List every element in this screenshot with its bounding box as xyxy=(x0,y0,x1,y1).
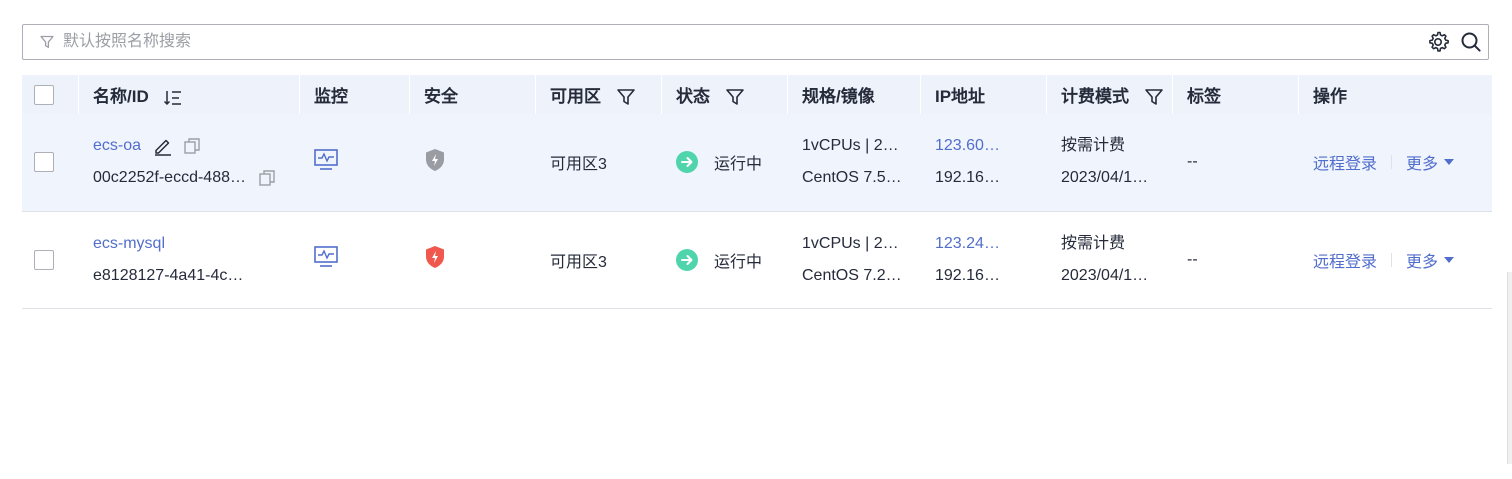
billing-date: 2023/04/1… xyxy=(1061,266,1149,284)
col-billing-label: 计费模式 xyxy=(1061,86,1129,106)
arrow-circle-icon xyxy=(676,248,698,271)
col-tags: 标签 xyxy=(1172,75,1298,114)
billing-date: 2023/04/1… xyxy=(1061,169,1149,187)
copy-icon[interactable] xyxy=(258,169,276,187)
search-icon[interactable] xyxy=(1460,31,1482,53)
row-checkbox[interactable] xyxy=(34,152,54,173)
remote-login-link[interactable]: 远程登录 xyxy=(1313,150,1377,174)
row-checkbox[interactable] xyxy=(34,249,54,270)
select-all-checkbox[interactable] xyxy=(34,84,54,105)
private-ip-text: 192.16… xyxy=(935,169,1000,187)
status-text: 运行中 xyxy=(714,156,763,174)
tags-cell: -- xyxy=(1187,153,1198,171)
scrollbar[interactable] xyxy=(1507,272,1512,464)
public-ip-link[interactable]: 123.60… xyxy=(935,134,1046,158)
gear-icon[interactable] xyxy=(1426,30,1450,54)
col-security-label: 安全 xyxy=(424,87,458,106)
col-ip: IP地址 xyxy=(920,75,1046,114)
zone-cell: 可用区3 xyxy=(550,156,607,174)
table-row[interactable]: ecs-mysql e8128127-4a41-4c… 可用区3 运行中 1vC… xyxy=(22,211,1492,308)
divider xyxy=(1391,252,1393,267)
more-label: 更多 xyxy=(1406,156,1439,174)
col-monitor: 监控 xyxy=(299,75,409,114)
monitor-icon[interactable] xyxy=(314,148,338,171)
col-spec-label: 规格/镜像 xyxy=(802,87,875,106)
server-name-link[interactable]: ecs-oa xyxy=(93,134,141,158)
server-id: 00c2252f-eccd-488… xyxy=(93,169,246,187)
arrow-circle-icon xyxy=(676,151,698,174)
image-text: CentOS 7.2… xyxy=(802,266,902,284)
more-dropdown[interactable]: 更多 xyxy=(1406,248,1455,272)
zone-cell: 可用区3 xyxy=(550,253,607,271)
col-tags-label: 标签 xyxy=(1187,87,1221,106)
public-ip-link[interactable]: 123.24… xyxy=(935,232,1046,256)
copy-icon[interactable] xyxy=(183,137,201,155)
spec-text: 1vCPUs | 2… xyxy=(802,137,899,155)
col-status-label: 状态 xyxy=(676,86,710,106)
divider xyxy=(1391,155,1393,170)
col-security: 安全 xyxy=(409,75,535,114)
status-text: 运行中 xyxy=(714,253,763,271)
col-actions: 操作 xyxy=(1298,75,1492,114)
server-name-link[interactable]: ecs-mysql xyxy=(93,232,299,256)
col-status[interactable]: 状态 xyxy=(661,75,787,114)
tags-cell: -- xyxy=(1187,250,1198,268)
shield-icon[interactable] xyxy=(424,245,446,269)
col-billing[interactable]: 计费模式 xyxy=(1046,75,1172,114)
table-header: 名称/ID 监控 安全 可用区 状态 规格/镜像 IP地址 计费模式 标签 操作 xyxy=(22,75,1492,114)
table-row[interactable]: ecs-oa 00c2252f-eccd-488… 可用区3 运行中 1vCPU… xyxy=(22,114,1492,211)
more-label: 更多 xyxy=(1406,253,1439,271)
remote-login-link[interactable]: 远程登录 xyxy=(1313,248,1377,272)
col-ip-label: IP地址 xyxy=(935,87,986,106)
search-bar[interactable] xyxy=(22,24,1489,60)
server-id: e8128127-4a41-4c… xyxy=(93,266,244,284)
server-table: 名称/ID 监控 安全 可用区 状态 规格/镜像 IP地址 计费模式 标签 操作… xyxy=(22,75,1492,309)
more-dropdown[interactable]: 更多 xyxy=(1406,150,1455,174)
image-text: CentOS 7.5… xyxy=(802,169,902,187)
filter-icon xyxy=(40,35,54,48)
filter-icon[interactable] xyxy=(616,87,636,107)
col-zone[interactable]: 可用区 xyxy=(535,75,661,114)
shield-icon[interactable] xyxy=(424,148,446,172)
sort-icon[interactable] xyxy=(163,89,183,107)
filter-icon[interactable] xyxy=(1144,87,1164,107)
private-ip-text: 192.16… xyxy=(935,266,1000,284)
search-input[interactable] xyxy=(61,32,1426,52)
monitor-icon[interactable] xyxy=(314,246,338,268)
col-monitor-label: 监控 xyxy=(314,87,348,106)
spec-text: 1vCPUs | 2… xyxy=(802,234,899,252)
col-spec: 规格/镜像 xyxy=(787,75,920,114)
caret-down-icon xyxy=(1444,159,1455,166)
billing-mode: 按需计费 xyxy=(1061,137,1126,155)
billing-mode: 按需计费 xyxy=(1061,234,1126,252)
col-name[interactable]: 名称/ID xyxy=(78,75,299,114)
col-actions-label: 操作 xyxy=(1313,87,1347,106)
caret-down-icon xyxy=(1444,256,1455,263)
filter-icon[interactable] xyxy=(725,87,745,107)
col-zone-label: 可用区 xyxy=(550,86,601,106)
edit-icon[interactable] xyxy=(153,136,173,156)
col-name-label: 名称/ID xyxy=(93,87,149,106)
